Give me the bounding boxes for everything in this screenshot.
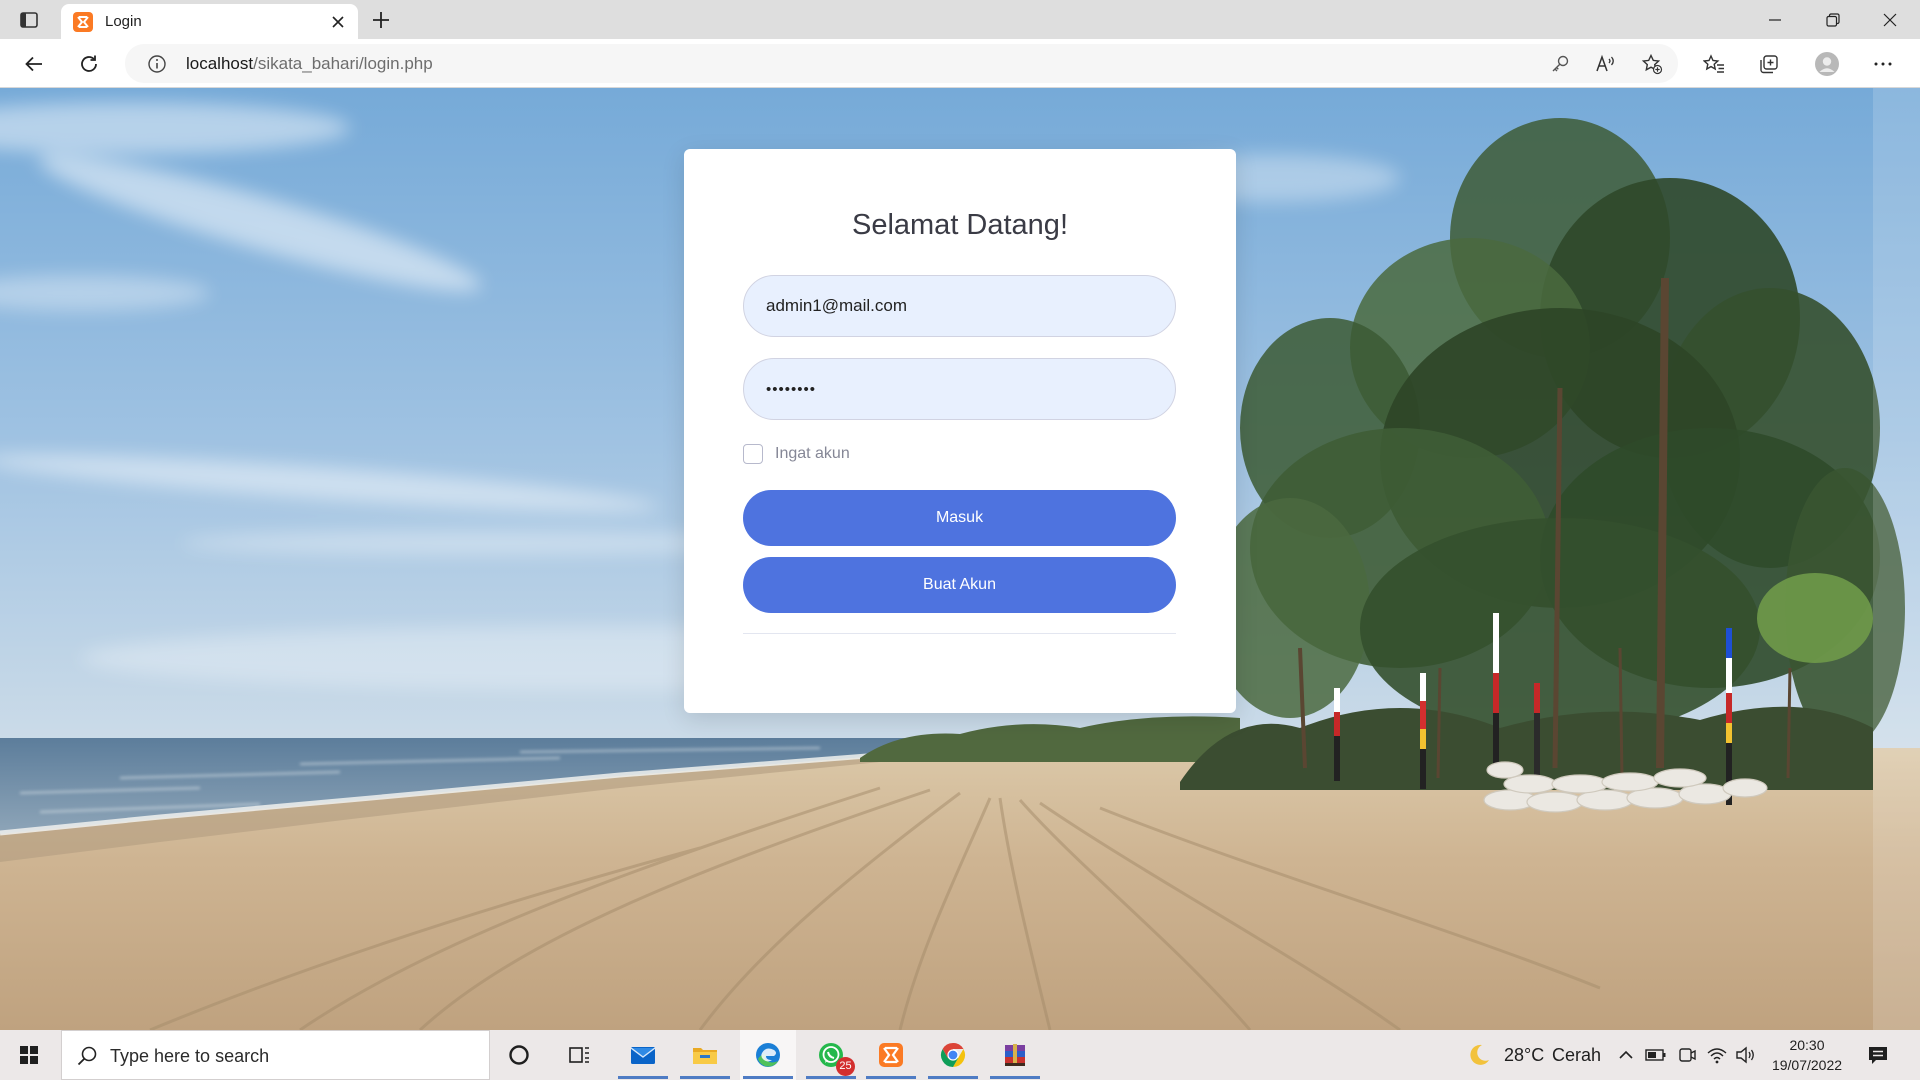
xampp-icon <box>879 1043 903 1067</box>
running-indicator <box>618 1076 668 1079</box>
clock-date: 19/07/2022 <box>1771 1057 1843 1073</box>
favorites-icon <box>1703 54 1724 73</box>
password-field[interactable] <box>743 358 1176 420</box>
taskbar-whatsapp[interactable]: 25 <box>803 1030 859 1080</box>
clock-time: 20:30 <box>1789 1037 1825 1053</box>
chrome-icon <box>940 1043 966 1067</box>
taskbar-search-box[interactable]: Type here to search <box>61 1030 490 1080</box>
close-icon <box>1883 13 1897 27</box>
login-card: Selamat Datang! Ingat akun Masuk Buat Ak… <box>684 149 1236 713</box>
email-field[interactable] <box>743 275 1176 337</box>
login-button[interactable]: Masuk <box>743 490 1176 546</box>
windows-taskbar: Type here to search 25 28°C Cerah 20:30 … <box>0 1030 1920 1080</box>
restore-button[interactable] <box>1804 0 1862 39</box>
card-divider <box>743 633 1176 634</box>
url-text[interactable]: localhost/sikata_bahari/login.php <box>186 44 433 83</box>
running-indicator <box>990 1076 1040 1079</box>
running-indicator <box>806 1076 856 1079</box>
taskbar-clock[interactable]: 20:30 19/07/2022 <box>1762 1035 1852 1075</box>
taskbar-chrome[interactable] <box>925 1030 981 1080</box>
more-icon <box>1874 62 1892 66</box>
back-icon <box>25 56 42 72</box>
remember-checkbox[interactable] <box>743 444 763 464</box>
mail-icon <box>630 1047 656 1064</box>
browser-tab-login[interactable]: Login <box>61 4 358 39</box>
read-aloud-icon[interactable] <box>1594 53 1616 75</box>
running-indicator <box>866 1076 916 1079</box>
info-icon[interactable] <box>146 53 168 75</box>
collections-button[interactable] <box>1752 47 1786 81</box>
refresh-icon <box>81 55 97 72</box>
page-right-strip <box>1873 88 1920 1030</box>
add-favorite-icon[interactable] <box>1641 53 1663 75</box>
refresh-button[interactable] <box>72 47 106 81</box>
minimize-icon <box>1769 19 1781 21</box>
tab-title: Login <box>105 13 142 30</box>
start-button[interactable] <box>1 1030 57 1080</box>
taskbar-winrar[interactable] <box>987 1030 1043 1080</box>
taskbar-xampp[interactable] <box>863 1030 919 1080</box>
taskbar-mail[interactable] <box>615 1030 671 1080</box>
tab-actions-icon[interactable] <box>19 10 39 30</box>
browser-tab-strip: Login <box>0 0 1920 39</box>
volume-icon[interactable] <box>1735 1045 1757 1065</box>
welcome-title: Selamat Datang! <box>851 209 1068 241</box>
back-button[interactable] <box>17 47 51 81</box>
windows-logo-icon <box>20 1046 38 1064</box>
url-host: localhost <box>186 54 254 73</box>
taskbar-file-explorer[interactable] <box>677 1030 733 1080</box>
running-indicator <box>743 1076 793 1079</box>
favorites-button[interactable] <box>1697 47 1731 81</box>
restore-icon <box>1826 13 1840 27</box>
taskbar-task-view[interactable] <box>551 1030 607 1080</box>
wifi-icon[interactable] <box>1706 1045 1728 1065</box>
running-indicator <box>680 1076 730 1079</box>
meet-now-icon[interactable] <box>1677 1045 1697 1065</box>
weather-temperature[interactable]: 28°C <box>1504 1030 1544 1080</box>
tab-close-icon[interactable] <box>328 12 348 32</box>
whatsapp-unread-badge: 25 <box>836 1057 855 1076</box>
search-placeholder: Type here to search <box>110 1046 270 1066</box>
search-icon <box>77 1046 97 1066</box>
profile-icon <box>1815 52 1839 76</box>
login-page: Selamat Datang! Ingat akun Masuk Buat Ak… <box>0 88 1920 1030</box>
chevron-up-icon[interactable] <box>1616 1045 1636 1065</box>
cortana-icon <box>509 1045 529 1065</box>
task-view-icon <box>569 1047 589 1063</box>
running-indicator <box>928 1076 978 1079</box>
weather-moon-icon[interactable] <box>1466 1042 1492 1068</box>
weather-condition[interactable]: Cerah <box>1552 1030 1601 1080</box>
edge-icon <box>756 1043 780 1067</box>
remember-label[interactable]: Ingat akun <box>775 445 850 463</box>
address-bar[interactable]: localhost/sikata_bahari/login.php <box>125 44 1678 83</box>
minimize-button[interactable] <box>1746 0 1804 39</box>
more-button[interactable] <box>1866 47 1900 81</box>
new-tab-icon[interactable] <box>370 9 392 31</box>
profile-button[interactable] <box>1810 47 1844 81</box>
browser-toolbar: localhost/sikata_bahari/login.php <box>0 39 1920 88</box>
create-account-button[interactable]: Buat Akun <box>743 557 1176 613</box>
notification-center-icon[interactable] <box>1866 1043 1890 1067</box>
file-explorer-icon <box>693 1048 717 1064</box>
close-window-button[interactable] <box>1862 0 1920 39</box>
taskbar-edge[interactable] <box>740 1030 796 1080</box>
taskbar-cortana[interactable] <box>491 1030 547 1080</box>
collections-icon <box>1760 55 1778 74</box>
winrar-icon <box>1005 1044 1025 1066</box>
xampp-favicon-icon <box>73 12 93 32</box>
key-icon[interactable] <box>1549 53 1571 75</box>
url-path: /sikata_bahari/login.php <box>253 54 433 73</box>
battery-icon[interactable] <box>1645 1045 1667 1065</box>
